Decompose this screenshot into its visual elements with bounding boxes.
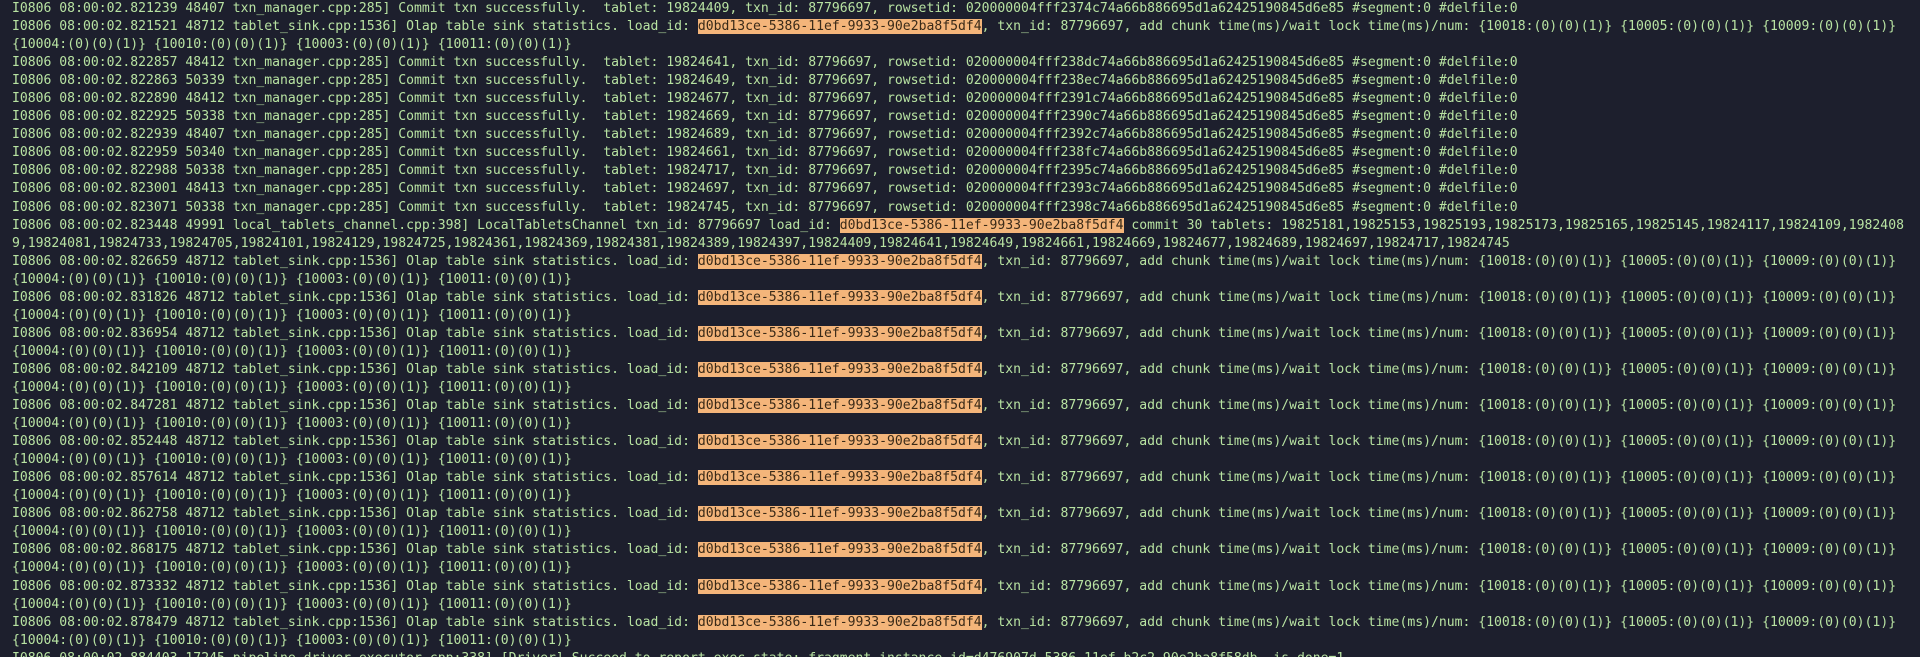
log-text: I0806 08:00:02.873332 48712 tablet_sink.… xyxy=(12,578,698,594)
log-text: I0806 08:00:02.852448 48712 tablet_sink.… xyxy=(12,434,698,450)
log-line: I0806 08:00:02.884403 17245 pipeline_dri… xyxy=(12,650,1908,657)
log-text: I0806 08:00:02.862758 48712 tablet_sink.… xyxy=(12,506,698,522)
log-text: I0806 08:00:02.823448 49991 local_tablet… xyxy=(12,217,840,233)
log-line: I0806 08:00:02.868175 48712 tablet_sink.… xyxy=(12,541,1908,577)
log-line: I0806 08:00:02.822863 50339 txn_manager.… xyxy=(12,72,1908,90)
search-highlight: d0bd13ce-5386-11ef-9933-90e2ba8f5df4 xyxy=(697,253,982,269)
log-text: I0806 08:00:02.821239 48407 txn_manager.… xyxy=(12,1,1518,16)
log-text: I0806 08:00:02.823001 48413 txn_manager.… xyxy=(12,181,1518,197)
terminal-output[interactable]: I0806 08:00:02.821239 48407 txn_manager.… xyxy=(0,0,1920,657)
search-highlight: d0bd13ce-5386-11ef-9933-90e2ba8f5df4 xyxy=(697,398,982,414)
log-text: I0806 08:00:02.822939 48407 txn_manager.… xyxy=(12,127,1518,143)
log-line: I0806 08:00:02.826659 48712 tablet_sink.… xyxy=(12,253,1908,289)
log-line: I0806 08:00:02.822890 48412 txn_manager.… xyxy=(12,90,1908,108)
log-text: I0806 08:00:02.821521 48712 tablet_sink.… xyxy=(12,19,698,35)
log-line: I0806 08:00:02.831826 48712 tablet_sink.… xyxy=(12,289,1908,325)
log-text: I0806 08:00:02.831826 48712 tablet_sink.… xyxy=(12,289,698,305)
search-highlight: d0bd13ce-5386-11ef-9933-90e2ba8f5df4 xyxy=(697,19,982,35)
log-lines: I0806 08:00:02.821239 48407 txn_manager.… xyxy=(12,0,1920,657)
log-text: I0806 08:00:02.842109 48712 tablet_sink.… xyxy=(12,361,698,377)
log-text: I0806 08:00:02.878479 48712 tablet_sink.… xyxy=(12,614,698,630)
log-line: I0806 08:00:02.822939 48407 txn_manager.… xyxy=(12,126,1908,144)
log-text: I0806 08:00:02.822988 50338 txn_manager.… xyxy=(12,163,1518,179)
log-line: I0806 08:00:02.823001 48413 txn_manager.… xyxy=(12,180,1908,198)
log-line: I0806 08:00:02.862758 48712 tablet_sink.… xyxy=(12,505,1908,541)
search-highlight: d0bd13ce-5386-11ef-9933-90e2ba8f5df4 xyxy=(697,470,982,486)
search-highlight: d0bd13ce-5386-11ef-9933-90e2ba8f5df4 xyxy=(697,506,982,522)
search-highlight: d0bd13ce-5386-11ef-9933-90e2ba8f5df4 xyxy=(697,614,982,630)
log-text: I0806 08:00:02.823071 50338 txn_manager.… xyxy=(12,199,1518,215)
log-line: I0806 08:00:02.822925 50338 txn_manager.… xyxy=(12,108,1908,126)
log-line: I0806 08:00:02.823071 50338 txn_manager.… xyxy=(12,199,1908,217)
search-highlight: d0bd13ce-5386-11ef-9933-90e2ba8f5df4 xyxy=(839,217,1124,233)
log-line: I0806 08:00:02.823448 49991 local_tablet… xyxy=(12,217,1908,253)
log-text: I0806 08:00:02.822925 50338 txn_manager.… xyxy=(12,109,1518,125)
log-line: I0806 08:00:02.822988 50338 txn_manager.… xyxy=(12,162,1908,180)
log-line: I0806 08:00:02.857614 48712 tablet_sink.… xyxy=(12,469,1908,505)
log-text: I0806 08:00:02.822857 48412 txn_manager.… xyxy=(12,55,1518,71)
log-line: I0806 08:00:02.847281 48712 tablet_sink.… xyxy=(12,397,1908,433)
log-line: I0806 08:00:02.878479 48712 tablet_sink.… xyxy=(12,614,1908,650)
search-highlight: d0bd13ce-5386-11ef-9933-90e2ba8f5df4 xyxy=(697,289,982,305)
log-line: I0806 08:00:02.822959 50340 txn_manager.… xyxy=(12,144,1908,162)
log-line: I0806 08:00:02.836954 48712 tablet_sink.… xyxy=(12,325,1908,361)
log-text: I0806 08:00:02.836954 48712 tablet_sink.… xyxy=(12,325,698,341)
log-text: I0806 08:00:02.826659 48712 tablet_sink.… xyxy=(12,253,698,269)
search-highlight: d0bd13ce-5386-11ef-9933-90e2ba8f5df4 xyxy=(697,434,982,450)
log-line: I0806 08:00:02.821239 48407 txn_manager.… xyxy=(12,0,1908,18)
log-text: I0806 08:00:02.847281 48712 tablet_sink.… xyxy=(12,398,698,414)
search-highlight: d0bd13ce-5386-11ef-9933-90e2ba8f5df4 xyxy=(697,578,982,594)
log-text: I0806 08:00:02.868175 48712 tablet_sink.… xyxy=(12,542,698,558)
search-highlight: d0bd13ce-5386-11ef-9933-90e2ba8f5df4 xyxy=(697,542,982,558)
search-highlight: d0bd13ce-5386-11ef-9933-90e2ba8f5df4 xyxy=(697,361,982,377)
search-highlight: d0bd13ce-5386-11ef-9933-90e2ba8f5df4 xyxy=(697,325,982,341)
log-text: I0806 08:00:02.884403 17245 pipeline_dri… xyxy=(12,651,1344,657)
log-line: I0806 08:00:02.842109 48712 tablet_sink.… xyxy=(12,361,1908,397)
log-text: I0806 08:00:02.857614 48712 tablet_sink.… xyxy=(12,470,698,486)
log-line: I0806 08:00:02.852448 48712 tablet_sink.… xyxy=(12,433,1908,469)
log-text: I0806 08:00:02.822890 48412 txn_manager.… xyxy=(12,91,1518,107)
log-text: I0806 08:00:02.822959 50340 txn_manager.… xyxy=(12,145,1518,161)
log-line: I0806 08:00:02.822857 48412 txn_manager.… xyxy=(12,54,1908,72)
log-line: I0806 08:00:02.873332 48712 tablet_sink.… xyxy=(12,578,1908,614)
log-line: I0806 08:00:02.821521 48712 tablet_sink.… xyxy=(12,18,1908,54)
log-text: I0806 08:00:02.822863 50339 txn_manager.… xyxy=(12,73,1518,89)
